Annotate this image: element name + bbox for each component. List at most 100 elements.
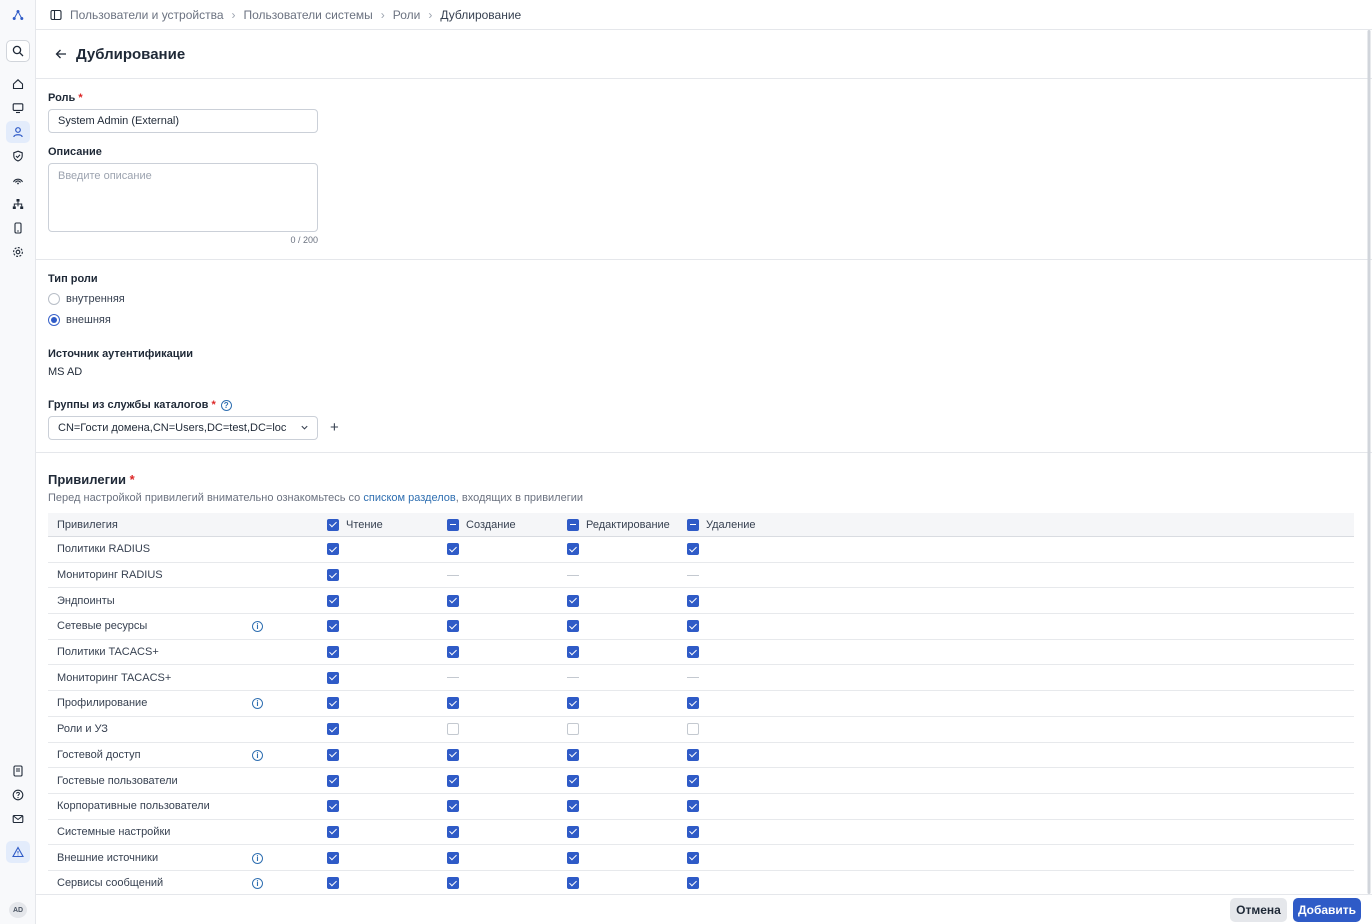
not-applicable-dash xyxy=(447,677,459,679)
read-checkbox[interactable] xyxy=(327,825,339,838)
mail-icon[interactable] xyxy=(6,808,30,830)
cell-delete xyxy=(687,588,699,613)
info-icon[interactable]: i xyxy=(252,749,263,761)
edit-checkbox[interactable] xyxy=(567,543,579,556)
edit-checkbox[interactable] xyxy=(567,748,579,761)
scrollbar[interactable] xyxy=(1366,30,1372,894)
edit-checkbox[interactable] xyxy=(567,825,579,838)
select-all-read-checkbox[interactable] xyxy=(327,518,339,531)
license-icon[interactable] xyxy=(6,760,30,782)
info-icon[interactable]: i xyxy=(252,698,263,710)
delete-checkbox[interactable] xyxy=(687,543,699,556)
create-checkbox[interactable] xyxy=(447,774,459,787)
wireless-icon[interactable] xyxy=(6,169,30,191)
read-checkbox[interactable] xyxy=(327,800,339,813)
delete-checkbox[interactable] xyxy=(687,646,699,659)
radio-circle[interactable] xyxy=(48,293,60,305)
description-textarea[interactable]: Введите описание xyxy=(48,163,318,232)
delete-checkbox[interactable] xyxy=(687,877,699,890)
read-checkbox[interactable] xyxy=(327,646,339,659)
settings-gear-icon[interactable] xyxy=(6,241,30,263)
read-checkbox[interactable] xyxy=(327,620,339,633)
role-type-external-radio[interactable]: внешняя xyxy=(48,314,111,326)
create-checkbox[interactable] xyxy=(447,800,459,813)
delete-checkbox[interactable] xyxy=(687,774,699,787)
select-all-create-checkbox[interactable] xyxy=(447,518,459,531)
help-icon[interactable] xyxy=(6,784,30,806)
column-header-edit[interactable]: Редактирование xyxy=(567,513,670,536)
back-arrow-icon[interactable] xyxy=(54,47,68,61)
alert-icon[interactable] xyxy=(6,841,30,863)
info-icon[interactable]: i xyxy=(252,878,263,890)
read-checkbox[interactable] xyxy=(327,877,339,890)
network-tree-icon[interactable] xyxy=(6,193,30,215)
delete-checkbox[interactable] xyxy=(687,594,699,607)
create-checkbox[interactable] xyxy=(447,723,459,736)
device-icon[interactable] xyxy=(6,217,30,239)
read-checkbox[interactable] xyxy=(327,774,339,787)
create-checkbox[interactable] xyxy=(447,851,459,864)
create-checkbox[interactable] xyxy=(447,877,459,890)
cancel-button[interactable]: Отмена xyxy=(1230,898,1287,922)
delete-checkbox[interactable] xyxy=(687,697,699,710)
create-checkbox[interactable] xyxy=(447,825,459,838)
edit-checkbox[interactable] xyxy=(567,646,579,659)
cell-read xyxy=(327,871,339,896)
column-header-delete[interactable]: Удаление xyxy=(687,513,756,536)
edit-checkbox[interactable] xyxy=(567,800,579,813)
shield-icon[interactable] xyxy=(6,145,30,167)
create-checkbox[interactable] xyxy=(447,594,459,607)
read-checkbox[interactable] xyxy=(327,851,339,864)
read-checkbox[interactable] xyxy=(327,569,339,582)
role-type-internal-radio[interactable]: внутренняя xyxy=(48,293,125,305)
create-checkbox[interactable] xyxy=(447,697,459,710)
column-header-create[interactable]: Создание xyxy=(447,513,516,536)
breadcrumb-item-users-devices[interactable]: Пользователи и устройства xyxy=(70,8,224,22)
edit-checkbox[interactable] xyxy=(567,697,579,710)
read-checkbox[interactable] xyxy=(327,543,339,556)
radio-circle-selected[interactable] xyxy=(48,314,60,326)
privilege-name: Мониторинг TACACS+ xyxy=(57,671,172,684)
logo-icon[interactable] xyxy=(6,4,30,26)
create-checkbox[interactable] xyxy=(447,748,459,761)
delete-checkbox[interactable] xyxy=(687,825,699,838)
edit-checkbox[interactable] xyxy=(567,620,579,633)
info-icon[interactable]: i xyxy=(252,621,263,633)
delete-checkbox[interactable] xyxy=(687,800,699,813)
sidebar-toggle-icon[interactable] xyxy=(50,9,62,21)
read-checkbox[interactable] xyxy=(327,748,339,761)
home-icon[interactable] xyxy=(6,73,30,95)
column-header-read[interactable]: Чтение xyxy=(327,513,383,536)
user-avatar[interactable]: AD xyxy=(9,902,27,918)
role-name-input[interactable]: System Admin (External) xyxy=(48,109,318,133)
create-checkbox[interactable] xyxy=(447,543,459,556)
info-icon[interactable]: i xyxy=(252,852,263,864)
sections-list-link[interactable]: списком разделов xyxy=(363,492,455,504)
users-icon[interactable] xyxy=(6,121,30,143)
delete-checkbox[interactable] xyxy=(687,851,699,864)
read-checkbox[interactable] xyxy=(327,723,339,736)
monitor-icon[interactable] xyxy=(6,97,30,119)
breadcrumb-item-roles[interactable]: Роли xyxy=(393,8,421,22)
add-button[interactable]: Добавить xyxy=(1293,898,1361,922)
create-checkbox[interactable] xyxy=(447,646,459,659)
breadcrumb-item-system-users[interactable]: Пользователи системы xyxy=(244,8,373,22)
edit-checkbox[interactable] xyxy=(567,723,579,736)
create-checkbox[interactable] xyxy=(447,620,459,633)
delete-checkbox[interactable] xyxy=(687,723,699,736)
select-all-delete-checkbox[interactable] xyxy=(687,518,699,531)
select-all-edit-checkbox[interactable] xyxy=(567,518,579,531)
read-checkbox[interactable] xyxy=(327,671,339,684)
delete-checkbox[interactable] xyxy=(687,620,699,633)
edit-checkbox[interactable] xyxy=(567,594,579,607)
groups-select[interactable]: CN=Гости домена,CN=Users,DC=test,DC=loc xyxy=(48,416,318,440)
help-question-icon[interactable]: ? xyxy=(220,399,232,411)
add-group-plus-icon[interactable]: + xyxy=(330,420,339,435)
search-icon[interactable] xyxy=(6,40,30,62)
edit-checkbox[interactable] xyxy=(567,851,579,864)
delete-checkbox[interactable] xyxy=(687,748,699,761)
read-checkbox[interactable] xyxy=(327,697,339,710)
edit-checkbox[interactable] xyxy=(567,774,579,787)
read-checkbox[interactable] xyxy=(327,594,339,607)
edit-checkbox[interactable] xyxy=(567,877,579,890)
